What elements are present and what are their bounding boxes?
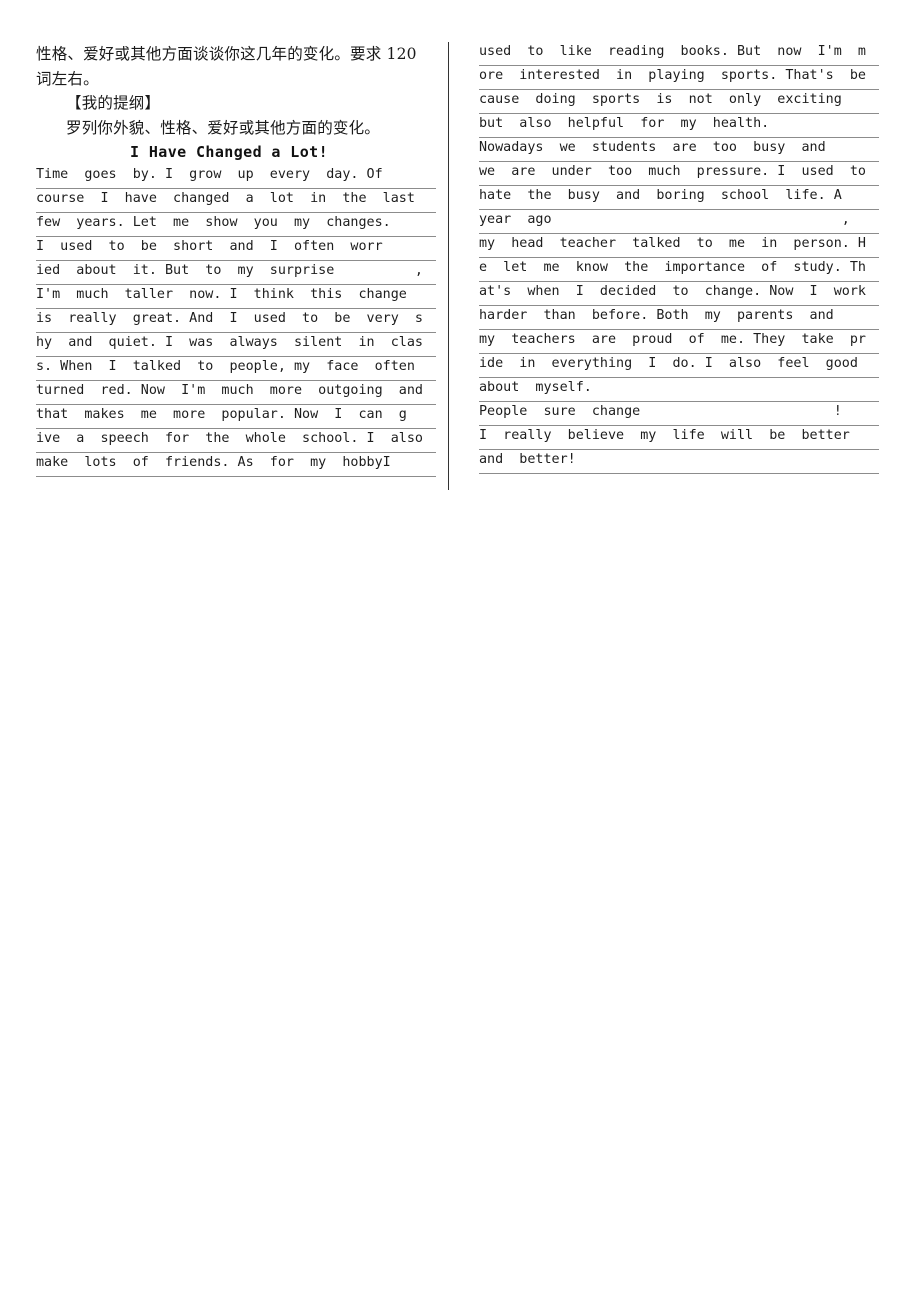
prompt-line-1: 性格、爱好或其他方面谈谈你这几年的变化。要求 120 bbox=[36, 45, 417, 63]
ruled-line: ive a speech for the whole school. I als… bbox=[36, 429, 436, 453]
ruled-line-text: year ago , bbox=[479, 212, 850, 227]
ruled-line: few years. Let me show you my changes. bbox=[36, 213, 436, 237]
ruled-line-text: harder than before. Both my parents and bbox=[479, 308, 834, 323]
right-ruled-lines: used to like reading books. But now I'm … bbox=[479, 42, 879, 474]
ruled-line: is really great. And I used to be very s bbox=[36, 309, 436, 333]
ruled-line-text: ide in everything I do. I also feel good bbox=[479, 356, 858, 371]
ruled-line: that makes me more popular. Now I can g bbox=[36, 405, 436, 429]
essay-title: I Have Changed a Lot! bbox=[129, 143, 329, 161]
ruled-line-text: ive a speech for the whole school. I als… bbox=[36, 431, 423, 446]
ruled-line: turned red. Now I'm much more outgoing a… bbox=[36, 381, 436, 405]
ruled-line-text: Time goes by. I grow up every day. Of bbox=[36, 167, 383, 182]
left-column: 性格、爱好或其他方面谈谈你这几年的变化。要求 120 词左右。 【我的提纲】 罗… bbox=[36, 42, 448, 492]
ruled-line: we are under too much pressure. I used t… bbox=[479, 162, 879, 186]
two-column-layout: 性格、爱好或其他方面谈谈你这几年的变化。要求 120 词左右。 【我的提纲】 罗… bbox=[36, 42, 884, 492]
ruled-line-text: we are under too much pressure. I used t… bbox=[479, 164, 866, 179]
ruled-line: harder than before. Both my parents and bbox=[479, 306, 879, 330]
ruled-line: e let me know the importance of study. T… bbox=[479, 258, 879, 282]
ruled-line-text: I used to be short and I often worr bbox=[36, 239, 383, 254]
ruled-line-text: I really believe my life will be better bbox=[479, 428, 850, 443]
ruled-line-text: is really great. And I used to be very s bbox=[36, 311, 423, 326]
ruled-line-text: hate the busy and boring school life. A bbox=[479, 188, 842, 203]
ruled-line: my teachers are proud of me. They take p… bbox=[479, 330, 879, 354]
ruled-line-text: course I have changed a lot in the last bbox=[36, 191, 415, 206]
ruled-line-text: at's when I decided to change. Now I wor… bbox=[479, 284, 866, 299]
ruled-line: Nowadays we students are too busy and bbox=[479, 138, 879, 162]
ruled-line: make lots of friends. As for my hobbyI bbox=[36, 453, 436, 477]
ruled-line: I really believe my life will be better bbox=[479, 426, 879, 450]
ruled-line-text: few years. Let me show you my changes. bbox=[36, 215, 391, 230]
ruled-line: and better! bbox=[479, 450, 879, 474]
ruled-line-text: that makes me more popular. Now I can g bbox=[36, 407, 407, 422]
ruled-line: People sure change ! bbox=[479, 402, 879, 426]
outline-text: 罗列你外貌、性格、爱好或其他方面的变化。 bbox=[66, 118, 381, 137]
ruled-line-text: ied about it. But to my surprise , bbox=[36, 263, 423, 278]
ruled-line-text: I'm much taller now. I think this change bbox=[36, 287, 407, 302]
prompt-line-2: 词左右。 bbox=[36, 69, 99, 88]
ruled-line: Time goes by. I grow up every day. Of bbox=[36, 165, 436, 189]
ruled-line-text: ore interested in playing sports. That's… bbox=[479, 68, 866, 83]
ruled-line: about myself. bbox=[479, 378, 879, 402]
ruled-line: I'm much taller now. I think this change bbox=[36, 285, 436, 309]
ruled-line: s. When I talked to people, my face ofte… bbox=[36, 357, 436, 381]
ruled-line: used to like reading books. But now I'm … bbox=[479, 42, 879, 66]
column-divider bbox=[448, 42, 449, 490]
ruled-line-text: make lots of friends. As for my hobbyI bbox=[36, 455, 391, 470]
ruled-line: but also helpful for my health. bbox=[479, 114, 879, 138]
ruled-line: at's when I decided to change. Now I wor… bbox=[479, 282, 879, 306]
right-column: used to like reading books. But now I'm … bbox=[455, 42, 879, 492]
ruled-line: ore interested in playing sports. That's… bbox=[479, 66, 879, 90]
ruled-line-text: hy and quiet. I was always silent in cla… bbox=[36, 335, 423, 350]
ruled-line: cause doing sports is not only exciting bbox=[479, 90, 879, 114]
ruled-line: hate the busy and boring school life. A bbox=[479, 186, 879, 210]
ruled-line-text: People sure change ! bbox=[479, 404, 842, 419]
ruled-line: hy and quiet. I was always silent in cla… bbox=[36, 333, 436, 357]
ruled-line-text: about myself. bbox=[479, 380, 592, 395]
left-ruled-lines: Time goes by. I grow up every day. Of co… bbox=[36, 165, 436, 477]
ruled-line-text: cause doing sports is not only exciting bbox=[479, 92, 842, 107]
ruled-line-text: e let me know the importance of study. T… bbox=[479, 260, 866, 275]
ruled-line: I used to be short and I often worr bbox=[36, 237, 436, 261]
ruled-line-text: used to like reading books. But now I'm … bbox=[479, 44, 866, 59]
scanned-page: 性格、爱好或其他方面谈谈你这几年的变化。要求 120 词左右。 【我的提纲】 罗… bbox=[0, 0, 920, 1302]
ruled-line-text: turned red. Now I'm much more outgoing a… bbox=[36, 383, 423, 398]
ruled-line-text: and better! bbox=[479, 452, 576, 467]
ruled-line-text: but also helpful for my health. bbox=[479, 116, 770, 131]
ruled-line-text: s. When I talked to people, my face ofte… bbox=[36, 359, 415, 374]
ruled-line-text: my teachers are proud of me. They take p… bbox=[479, 332, 866, 347]
ruled-line: ied about it. But to my surprise , bbox=[36, 261, 436, 285]
ruled-line: course I have changed a lot in the last bbox=[36, 189, 436, 213]
ruled-line: ide in everything I do. I also feel good bbox=[479, 354, 879, 378]
ruled-line-text: my head teacher talked to me in person. … bbox=[479, 236, 866, 251]
ruled-line: year ago , bbox=[479, 210, 879, 234]
outline-heading: 【我的提纲】 bbox=[66, 94, 161, 112]
ruled-line-text: Nowadays we students are too busy and bbox=[479, 140, 826, 155]
ruled-line: my head teacher talked to me in person. … bbox=[479, 234, 879, 258]
